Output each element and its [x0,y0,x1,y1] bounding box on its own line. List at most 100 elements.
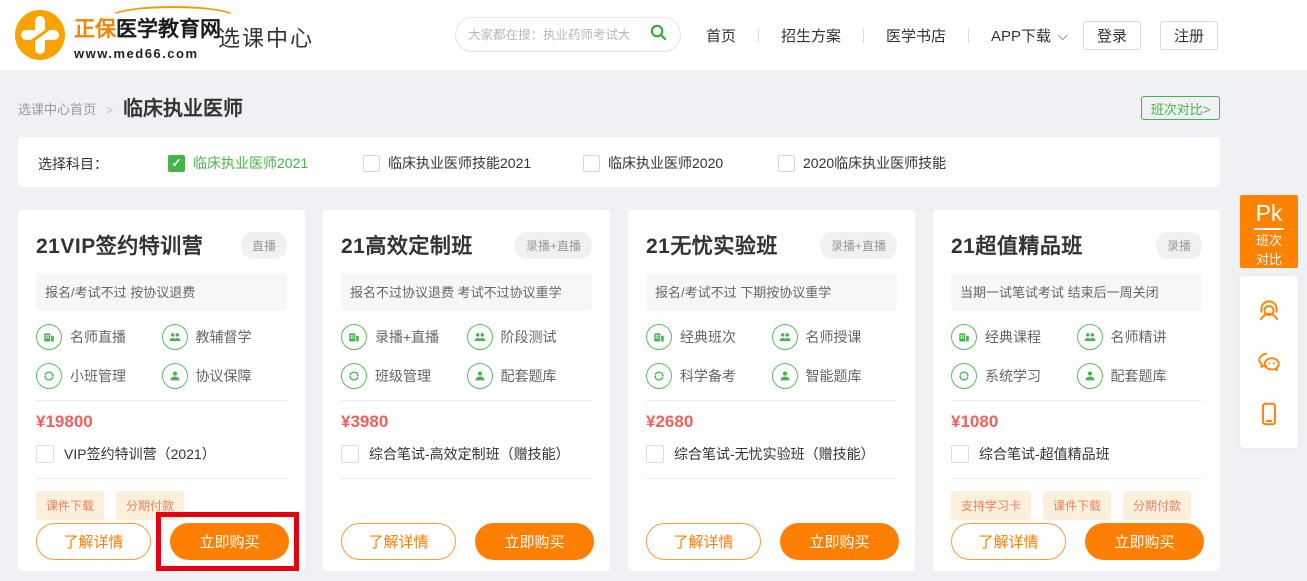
detail-button[interactable]: 了解详情 [951,523,1066,560]
buy-button[interactable]: 立即购买 [170,523,289,560]
detail-button[interactable]: 了解详情 [36,523,151,560]
course-policy: 报名不过协议退费 考试不过协议重学 [341,273,592,310]
person-icon [772,363,798,389]
checkbox-unchecked[interactable] [341,445,359,463]
checkbox-unchecked[interactable] [36,445,54,463]
buy-button[interactable]: 立即购买 [1085,523,1204,560]
tag-list: 支持学习卡 课件下载 分期付款 [951,491,1203,520]
pk-line1: 班次 [1256,232,1282,249]
course-option[interactable]: VIP签约特训营（2021） [36,444,216,464]
sync-icon [36,363,62,389]
checkbox-checked[interactable] [168,155,185,172]
buy-button[interactable]: 立即购买 [475,523,594,560]
building-icon [951,324,977,350]
tag: 分期付款 [1123,491,1191,520]
tag: 支持学习卡 [951,491,1031,520]
search-box [455,17,681,52]
building-icon [646,324,672,350]
tag: 课件下载 [36,491,104,520]
building-icon [341,324,367,350]
course-option[interactable]: 综合笔试-超值精品班 [951,444,1110,464]
course-title: 21高效定制班 [341,230,473,260]
course-card: 21无忧实验班 录播+直播 报名/考试不过 下期按协议重学 经典班次 名师授课 … [628,210,915,571]
divider [36,400,287,401]
filter-option-skill-2020[interactable]: 2020临床执业医师技能 [778,153,946,173]
course-badge: 录播+直播 [820,232,897,259]
register-button[interactable]: 注册 [1160,21,1218,50]
person-icon [467,363,493,389]
search-icon[interactable] [649,23,668,47]
search-input[interactable] [468,28,629,42]
divider [341,400,592,401]
wechat-icon[interactable] [1254,347,1284,377]
feature-list: 名师直播 教辅督学 小班管理 协议保障 [18,310,305,389]
pk-compare-button[interactable]: Pk 班次 对比 [1240,195,1298,268]
breadcrumb-separator: > [106,103,113,121]
detail-button[interactable]: 了解详情 [341,523,456,560]
divider [646,400,897,401]
course-title: 21VIP签约特训营 [36,230,203,260]
brand-website: www.med66.com [74,46,234,61]
course-policy: 报名/考试不过 按协议退费 [36,273,287,310]
course-badge: 录播+直播 [515,232,592,259]
sync-icon [646,363,672,389]
subject-filter-bar: 选择科目： 临床执业医师2021 临床执业医师技能2021 临床执业医师2020… [18,137,1220,187]
filter-option-clinical-2020[interactable]: 临床执业医师2020 [583,153,723,173]
checkbox-unchecked[interactable] [646,445,664,463]
breadcrumb-current: 临床执业医师 [123,92,243,121]
course-price: ¥1080 [951,412,998,432]
checkbox-unchecked[interactable] [778,155,795,172]
nav-item-home[interactable]: 首页 [706,25,736,46]
course-title: 21超值精品班 [951,230,1083,260]
mobile-icon[interactable] [1254,399,1284,429]
course-option[interactable]: 综合笔试-无忧实验班（赠技能） [646,444,875,464]
detail-button[interactable]: 了解详情 [646,523,761,560]
filter-label: 选择科目： [38,154,108,174]
divider [646,478,897,479]
pk-label: Pk [1254,202,1285,230]
nav-divider [758,28,759,43]
divider [951,400,1202,401]
main-nav: 首页 招生方案 医学书店 APP下载 [706,0,1064,70]
divider [36,478,287,479]
filter-option-skill-2021[interactable]: 临床执业医师技能2021 [363,153,531,173]
brand-name-highlight: 正保 [74,18,116,41]
course-price: ¥19800 [36,412,93,432]
nav-item-app-download[interactable]: APP下载 [991,25,1064,46]
course-badge: 直播 [241,232,287,259]
customer-service-icon[interactable] [1254,295,1284,325]
course-option[interactable]: 综合笔试-高效定制班（赠技能） [341,444,570,464]
brand-text: 正保医学教育网 www.med66.com [74,13,234,61]
logo-cross-icon [14,9,66,66]
buy-button[interactable]: 立即购买 [780,523,899,560]
course-card: 21超值精品班 录播 当期一试笔试考试 结束后一周关闭 经典课程 名师精讲 系统… [933,210,1220,571]
feature-list: 录播+直播 阶段测试 班级管理 配套题库 [323,310,610,389]
checkbox-unchecked[interactable] [363,155,380,172]
nav-item-bookstore[interactable]: 医学书店 [886,25,946,46]
login-button[interactable]: 登录 [1083,21,1141,50]
nav-item-enroll-plans[interactable]: 招生方案 [781,25,841,46]
floating-toolbar [1240,276,1298,448]
course-card: 21高效定制班 录播+直播 报名不过协议退费 考试不过协议重学 录播+直播 阶段… [323,210,610,571]
page-title: 选课中心 [218,21,314,53]
tag: 课件下载 [1043,491,1111,520]
breadcrumb-root-link[interactable]: 选课中心首页 [18,99,96,121]
filter-option-clinical-2021[interactable]: 临床执业医师2021 [168,153,308,173]
building-icon [36,324,62,350]
course-badge: 录播 [1156,232,1202,259]
tag-list: 课件下载 分期付款 [36,491,196,520]
checkbox-unchecked[interactable] [583,155,600,172]
course-policy: 当期一试笔试考试 结束后一周关闭 [951,273,1202,310]
checkbox-unchecked[interactable] [951,445,969,463]
team-icon [467,324,493,350]
person-icon [162,363,188,389]
person-icon [1077,363,1103,389]
course-price: ¥2680 [646,412,693,432]
chevron-down-icon [1058,30,1068,40]
divider [951,478,1202,479]
course-title: 21无忧实验班 [646,230,778,260]
nav-divider [968,28,969,43]
site-logo[interactable] [14,9,66,66]
class-compare-button[interactable]: 班次对比> [1141,96,1220,120]
header: 正保医学教育网 www.med66.com 选课中心 首页 招生方案 医学书店 … [0,0,1307,70]
